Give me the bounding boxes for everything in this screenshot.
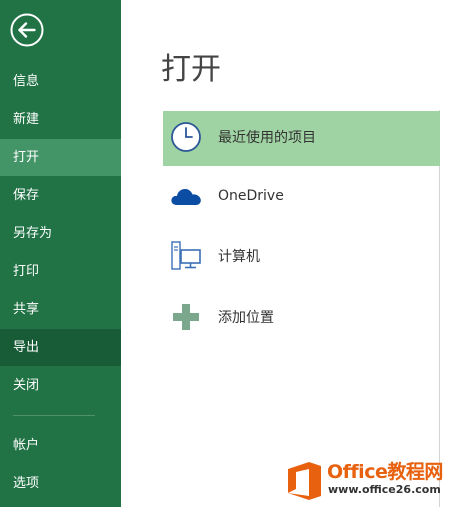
site-watermark: Office教程网 www.office26.com (283, 455, 448, 505)
cloud-icon-wrap (169, 178, 203, 212)
watermark-url: www.office26.com (328, 483, 441, 496)
computer-icon (171, 241, 201, 270)
backstage-window: 信息 新建 打开 保存 另存为 打印 共享 导出 关闭 帐户 选项 打开 最近使… (0, 0, 450, 507)
nav-item-close[interactable]: 关闭 (0, 367, 121, 404)
office-logo-icon-wrap (285, 460, 325, 502)
place-computer[interactable]: 计算机 (163, 230, 440, 285)
nav-item-options[interactable]: 选项 (0, 465, 121, 502)
nav-item-new[interactable]: 新建 (0, 101, 121, 138)
nav-item-share[interactable]: 共享 (0, 291, 121, 328)
place-add-location[interactable]: 添加位置 (163, 291, 440, 346)
watermark-title: Office教程网 (327, 461, 443, 483)
backstage-sidebar: 信息 新建 打开 保存 另存为 打印 共享 导出 关闭 帐户 选项 (0, 0, 121, 507)
page-title: 打开 (161, 52, 221, 87)
place-recent[interactable]: 最近使用的项目 (163, 111, 440, 166)
nav-item-account[interactable]: 帐户 (0, 427, 121, 464)
nav-item-export[interactable]: 导出 (0, 329, 121, 366)
plus-icon (173, 304, 199, 330)
nav-item-print[interactable]: 打印 (0, 253, 121, 290)
open-panel: 打开 最近使用的项目 OneDrive 计算机 添加位置 (121, 0, 450, 507)
nav-item-info[interactable]: 信息 (0, 63, 121, 100)
clock-icon (171, 122, 201, 152)
place-onedrive-label: OneDrive (218, 188, 284, 204)
place-recent-label: 最近使用的项目 (218, 130, 316, 146)
clock-icon-wrap (169, 120, 203, 154)
back-arrow-icon (10, 13, 44, 47)
place-add-location-label: 添加位置 (218, 310, 274, 326)
nav-item-open[interactable]: 打开 (0, 139, 121, 176)
cloud-icon (171, 188, 201, 205)
nav-item-save[interactable]: 保存 (0, 177, 121, 214)
computer-icon-wrap (169, 239, 203, 273)
plus-icon-wrap (169, 300, 203, 334)
place-onedrive[interactable]: OneDrive (163, 169, 440, 224)
nav-item-save-as[interactable]: 另存为 (0, 215, 121, 252)
nav-divider (13, 415, 95, 416)
place-computer-label: 计算机 (218, 249, 260, 265)
back-button[interactable] (10, 13, 44, 47)
office-logo-icon (288, 462, 321, 500)
